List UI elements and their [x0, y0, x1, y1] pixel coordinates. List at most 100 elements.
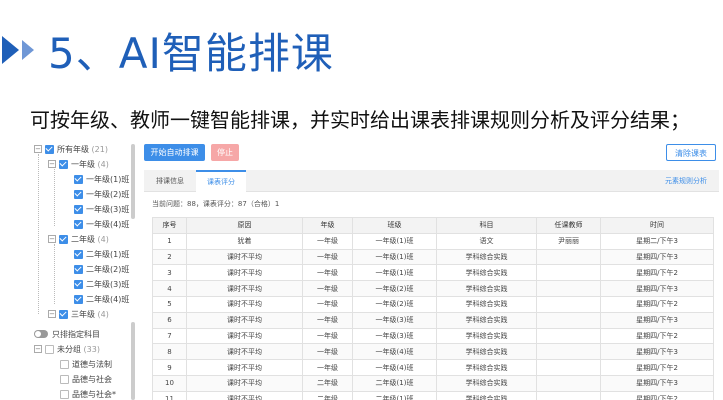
col-header: 时间 — [600, 217, 714, 234]
tree-item-all-grades[interactable]: − 所有年级 (21) — [34, 142, 108, 156]
toggle-switch[interactable] — [34, 330, 48, 338]
table-cell: 语文 — [436, 232, 537, 250]
col-header: 序号 — [152, 217, 187, 234]
table-cell: 犹着 — [186, 232, 303, 250]
tree-item-subject[interactable]: 品德与社会* — [60, 387, 116, 400]
start-auto-schedule-button[interactable]: 开始自动排课 — [144, 144, 205, 161]
table-cell: 课时不平均 — [186, 359, 303, 376]
table-cell: 课时不平均 — [186, 390, 303, 400]
table-row[interactable]: 4 课时不平均 一年级 一年级(2)班 学科综合实践 星期四/下午3 — [152, 280, 714, 297]
collapse-icon[interactable]: − — [48, 235, 56, 243]
table-cell — [536, 280, 601, 297]
tab-bar: 排课信息 课表评分 元素规则分析 — [144, 170, 719, 192]
table-cell: 学科综合实践 — [436, 311, 537, 329]
checkbox-unchecked-icon[interactable] — [60, 359, 69, 369]
tree-scrollbar[interactable] — [131, 144, 135, 219]
tree-item-subject[interactable]: 道德与法制 — [60, 357, 112, 371]
table-cell: 一年级 — [302, 327, 353, 345]
tree-item-class[interactable]: 一年级(1)班 — [74, 172, 129, 186]
table-cell: 一年级 — [302, 232, 353, 250]
table-cell: 星期二/下午3 — [600, 232, 714, 250]
col-header: 任课教师 — [536, 217, 601, 234]
checkbox-checked-icon[interactable] — [74, 204, 83, 214]
tree-item-class[interactable]: 一年级(2)班 — [74, 187, 129, 201]
table-row[interactable]: 5 课时不平均 一年级 一年级(2)班 学科综合实践 星期四/下午2 — [152, 295, 714, 313]
table-cell: 一年级(2)班 — [352, 295, 437, 313]
table-row[interactable]: 9 课时不平均 一年级 一年级(4)班 学科综合实践 星期四/下午2 — [152, 359, 714, 376]
table-cell: 一年级(1)班 — [352, 248, 437, 266]
tab-schedule-score[interactable]: 课表评分 — [196, 170, 246, 192]
table-cell: 1 — [152, 232, 187, 250]
checkbox-checked-icon[interactable] — [59, 234, 68, 244]
table-row[interactable]: 1 犹着 一年级 一年级(1)班 语文 尹丽丽 星期二/下午3 — [152, 232, 714, 250]
tree-item-subject[interactable]: 品德与社会 — [60, 372, 112, 386]
checkbox-checked-icon[interactable] — [74, 264, 83, 274]
table-cell: 8 — [152, 343, 187, 361]
collapse-icon[interactable]: − — [34, 145, 42, 153]
issues-table: 序号 原因 年级 班级 科目 任课教师 时间 1 犹着 一年级 一年级(1)班 语文 尹丽… — [152, 217, 714, 400]
table-cell: 一年级(2)班 — [352, 280, 437, 297]
tree-item-ungrouped[interactable]: − 未分组 (33) — [34, 342, 100, 356]
only-subject-toggle-row[interactable]: 只排指定科目 — [34, 327, 100, 341]
checkbox-checked-icon[interactable] — [74, 189, 83, 199]
table-cell: 学科综合实践 — [436, 248, 537, 266]
table-cell: 学科综合实践 — [436, 295, 537, 313]
checkbox-checked-icon[interactable] — [74, 249, 83, 259]
table-cell: 学科综合实践 — [436, 343, 537, 361]
table-row[interactable]: 2 课时不平均 一年级 一年级(1)班 学科综合实践 星期四/下午3 — [152, 248, 714, 266]
tab-schedule-info[interactable]: 排课信息 — [144, 170, 196, 192]
table-cell: 星期四/下午2 — [600, 390, 714, 400]
checkbox-unchecked-icon[interactable] — [60, 374, 69, 384]
table-cell: 课时不平均 — [186, 311, 303, 329]
collapse-icon[interactable]: − — [34, 345, 42, 353]
table-cell: 一年级 — [302, 359, 353, 376]
table-cell — [536, 311, 601, 329]
table-row[interactable]: 6 课时不平均 一年级 一年级(3)班 学科综合实践 星期四/下午3 — [152, 311, 714, 329]
checkbox-checked-icon[interactable] — [74, 219, 83, 229]
tree-item-grade1[interactable]: − 一年级 (4) — [48, 157, 109, 171]
table-row[interactable]: 11 课时不平均 二年级 二年级(1)班 学科综合实践 星期四/下午2 — [152, 390, 714, 400]
table-cell: 课时不平均 — [186, 264, 303, 282]
table-cell: 一年级 — [302, 280, 353, 297]
collapse-icon[interactable]: − — [48, 160, 56, 168]
tree-item-grade3[interactable]: − 三年级 (4) — [48, 307, 109, 321]
table-cell: 学科综合实践 — [436, 374, 537, 392]
table-cell: 6 — [152, 311, 187, 329]
table-cell — [536, 264, 601, 282]
checkbox-checked-icon[interactable] — [45, 144, 54, 154]
checkbox-unchecked-icon[interactable] — [45, 344, 54, 354]
table-cell — [536, 359, 601, 376]
slide-subtitle: 可按年级、教师一键智能排课，并实时给出课表排课规则分析及评分结果； — [30, 108, 690, 132]
checkbox-checked-icon[interactable] — [74, 279, 83, 289]
table-header-row: 序号 原因 年级 班级 科目 任课教师 时间 — [152, 217, 714, 234]
table-cell: 学科综合实践 — [436, 264, 537, 282]
tree-item-grade2[interactable]: − 二年级 (4) — [48, 232, 109, 246]
tree-item-class[interactable]: 一年级(4)班 — [74, 217, 129, 231]
table-cell — [536, 295, 601, 313]
table-row[interactable]: 10 课时不平均 二年级 二年级(1)班 学科综合实践 星期四/下午3 — [152, 374, 714, 392]
checkbox-checked-icon[interactable] — [74, 174, 83, 184]
subject-scrollbar[interactable] — [131, 322, 135, 400]
checkbox-unchecked-icon[interactable] — [60, 389, 69, 399]
tree-item-class[interactable]: 二年级(2)班 — [74, 262, 129, 276]
checkbox-checked-icon[interactable] — [59, 309, 68, 319]
table-cell: 7 — [152, 327, 187, 345]
table-cell: 课时不平均 — [186, 248, 303, 266]
table-cell: 星期四/下午3 — [600, 343, 714, 361]
clear-schedule-button[interactable]: 清除课表 — [666, 144, 716, 161]
table-row[interactable]: 3 课时不平均 一年级 一年级(1)班 学科综合实践 星期四/下午2 — [152, 264, 714, 282]
rule-analysis-link[interactable]: 元素规则分析 — [665, 170, 707, 192]
tree-item-class[interactable]: 一年级(3)班 — [74, 202, 129, 216]
checkbox-checked-icon[interactable] — [74, 294, 83, 304]
table-row[interactable]: 8 课时不平均 一年级 一年级(4)班 学科综合实践 星期四/下午3 — [152, 343, 714, 361]
tree-item-class[interactable]: 二年级(4)班 — [74, 292, 129, 306]
table-row[interactable]: 7 课时不平均 一年级 一年级(3)班 学科综合实践 星期四/下午2 — [152, 327, 714, 345]
tree-item-class[interactable]: 二年级(3)班 — [74, 277, 129, 291]
table-cell: 11 — [152, 390, 187, 400]
table-cell: 星期四/下午3 — [600, 374, 714, 392]
checkbox-checked-icon[interactable] — [59, 159, 68, 169]
table-cell: 一年级(3)班 — [352, 311, 437, 329]
tree-item-class[interactable]: 二年级(1)班 — [74, 247, 129, 261]
expand-icon[interactable]: − — [48, 310, 56, 318]
stop-button[interactable]: 停止 — [211, 144, 239, 161]
